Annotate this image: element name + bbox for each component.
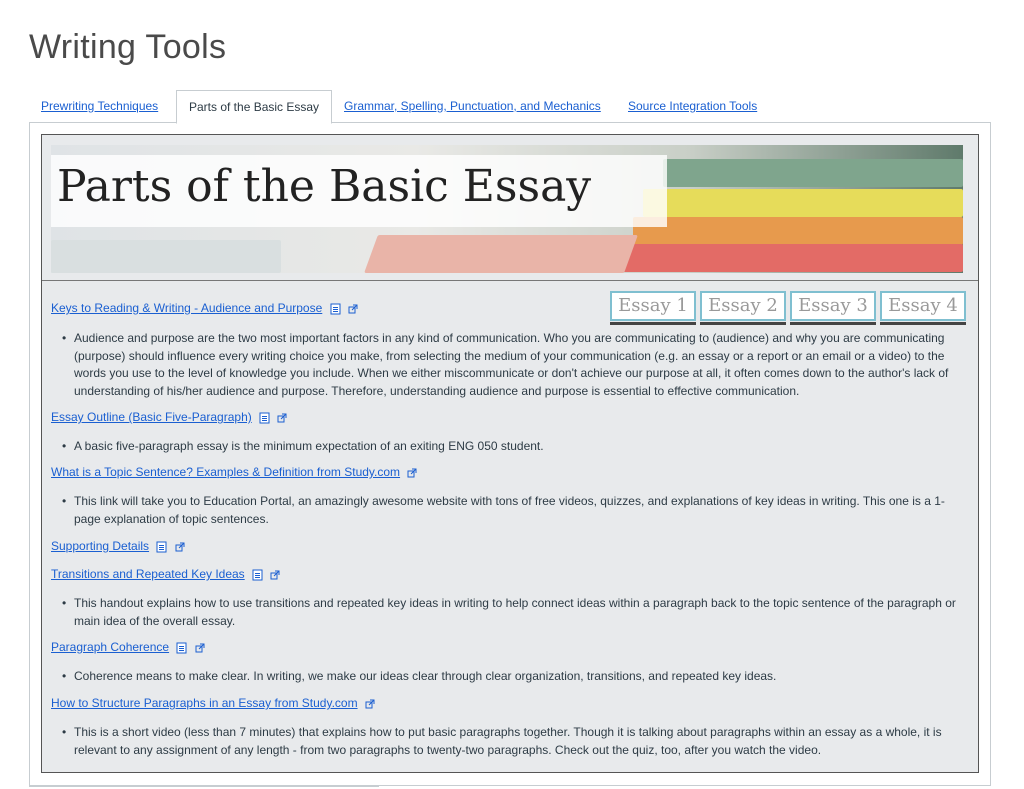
external-link-icon bbox=[365, 699, 375, 709]
resource-link[interactable]: Paragraph Coherence bbox=[51, 640, 169, 654]
essay-tab-4[interactable]: Essay 4 bbox=[880, 291, 966, 325]
resource-link[interactable]: Keys to Reading & Writing - Audience and… bbox=[51, 301, 322, 315]
resource-link[interactable]: What is a Topic Sentence? Examples & Def… bbox=[51, 465, 400, 479]
resource-row: Paragraph Coherence bbox=[51, 640, 205, 654]
external-link-icon bbox=[175, 542, 185, 552]
external-link-icon bbox=[407, 468, 417, 478]
essay-tab-3[interactable]: Essay 3 bbox=[790, 291, 876, 325]
essay-tab-label: Essay 2 bbox=[700, 291, 786, 321]
external-link-icon bbox=[277, 413, 287, 423]
page-title: Writing Tools bbox=[29, 28, 227, 66]
content-box: Parts of the Basic Essay Essay 1 Essay 2… bbox=[41, 134, 979, 773]
tab-parts-of-the-basic-essay[interactable]: Parts of the Basic Essay bbox=[176, 90, 333, 124]
resource-description: Audience and purpose are the two most im… bbox=[60, 330, 966, 400]
resource-description: This is a short video (less than 7 minut… bbox=[60, 724, 966, 759]
document-icon[interactable] bbox=[252, 569, 263, 581]
document-icon[interactable] bbox=[259, 412, 270, 424]
resource-description: This link will take you to Education Por… bbox=[60, 493, 966, 528]
resource-row: What is a Topic Sentence? Examples & Def… bbox=[51, 465, 417, 479]
essay-tab-2[interactable]: Essay 2 bbox=[700, 291, 786, 325]
resource-description: Coherence means to make clear. In writin… bbox=[60, 668, 966, 686]
external-link-icon bbox=[348, 304, 358, 314]
tab-prewriting-techniques[interactable]: Prewriting Techniques bbox=[41, 90, 158, 122]
resource-description: This handout explains how to use transit… bbox=[60, 595, 966, 630]
document-icon[interactable] bbox=[330, 303, 341, 315]
tab-grammar-spelling-punctuation-mechanics[interactable]: Grammar, Spelling, Punctuation, and Mech… bbox=[344, 90, 601, 122]
essay-tab-label: Essay 1 bbox=[610, 291, 696, 321]
tab-bar: Prewriting Techniques Parts of the Basic… bbox=[29, 90, 991, 124]
resource-row: Keys to Reading & Writing - Audience and… bbox=[51, 301, 358, 315]
external-link-icon bbox=[270, 570, 280, 580]
essay-tab-1[interactable]: Essay 1 bbox=[610, 291, 696, 325]
resource-row: Supporting Details bbox=[51, 539, 185, 553]
external-link-icon bbox=[195, 643, 205, 653]
banner-title: Parts of the Basic Essay bbox=[57, 161, 592, 212]
resource-row: Essay Outline (Basic Five-Paragraph) bbox=[51, 410, 287, 424]
bottom-divider bbox=[29, 786, 379, 787]
resource-row: How to Structure Paragraphs in an Essay … bbox=[51, 696, 375, 710]
document-icon[interactable] bbox=[176, 642, 187, 654]
resource-link[interactable]: Essay Outline (Basic Five-Paragraph) bbox=[51, 410, 252, 424]
essay-tab-label: Essay 3 bbox=[790, 291, 876, 321]
resource-row: Transitions and Repeated Key Ideas bbox=[51, 567, 280, 581]
banner-divider bbox=[42, 280, 978, 281]
banner-image: Parts of the Basic Essay bbox=[51, 145, 963, 273]
resource-link[interactable]: Transitions and Repeated Key Ideas bbox=[51, 567, 245, 581]
essay-tab-label: Essay 4 bbox=[880, 291, 966, 321]
resource-link[interactable]: Supporting Details bbox=[51, 539, 149, 553]
resource-link[interactable]: How to Structure Paragraphs in an Essay … bbox=[51, 696, 358, 710]
resource-description: A basic five-paragraph essay is the mini… bbox=[60, 438, 966, 456]
tab-source-integration-tools[interactable]: Source Integration Tools bbox=[628, 90, 757, 122]
document-icon[interactable] bbox=[156, 541, 167, 553]
essay-tab-group: Essay 1 Essay 2 Essay 3 Essay 4 bbox=[610, 291, 966, 325]
